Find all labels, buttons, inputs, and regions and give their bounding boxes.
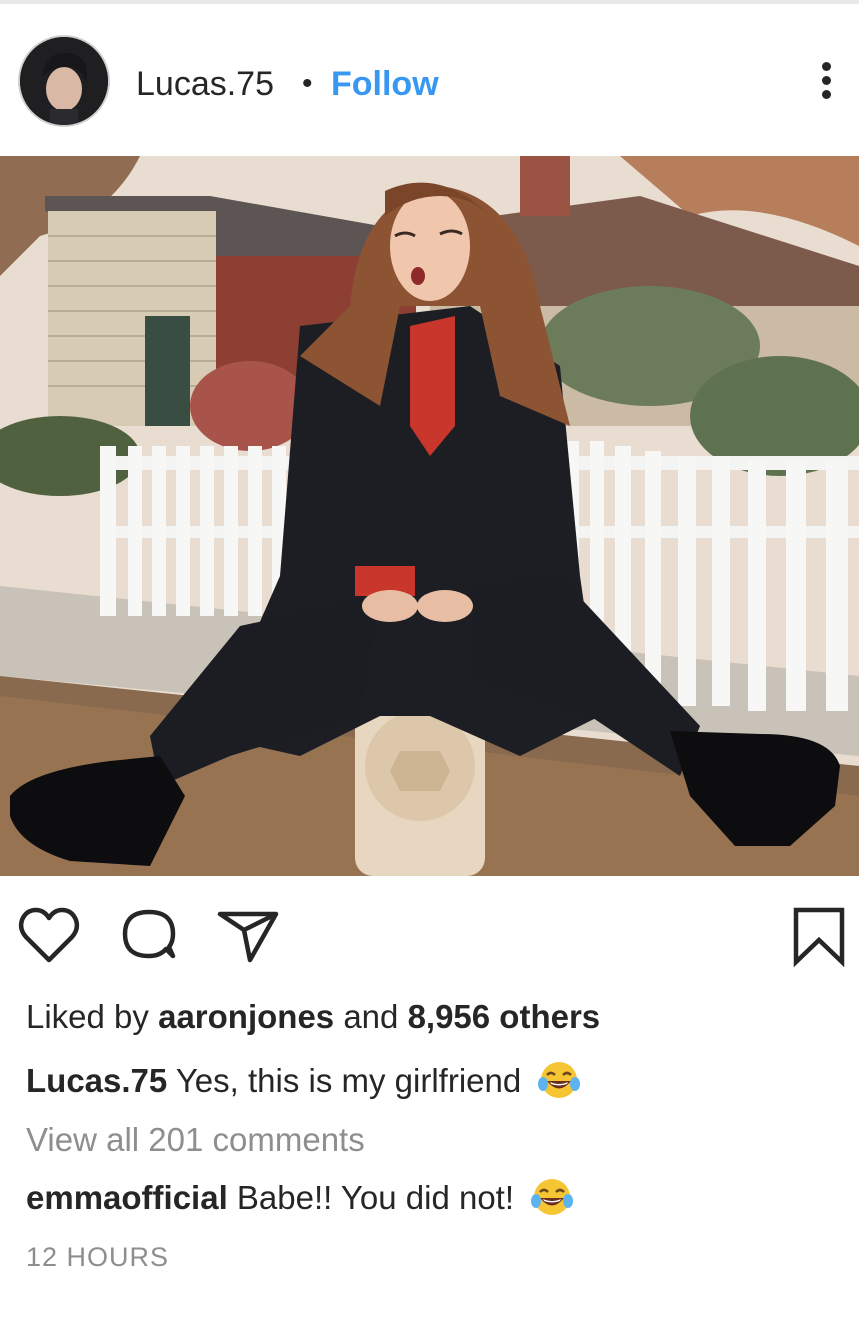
caption: Lucas.75 Yes, this is my girlfriend	[26, 1060, 581, 1109]
laughing-tears-emoji	[531, 1177, 574, 1226]
follow-button[interactable]: Follow	[331, 64, 439, 104]
post-timestamp: 12 HOURS	[26, 1242, 170, 1272]
avatar[interactable]	[18, 35, 110, 127]
separator-dot: •	[302, 67, 313, 100]
comment-text: Babe!! You did not!	[236, 1179, 515, 1216]
likes-prefix: Liked by	[26, 998, 149, 1035]
action-bar	[0, 876, 859, 986]
post-header: Lucas.75 • Follow	[0, 4, 859, 156]
share-icon[interactable]	[216, 906, 280, 971]
bookmark-icon[interactable]	[790, 906, 848, 973]
likes-summary: Liked by aaronjones and 8,956 others	[26, 997, 600, 1037]
likes-count[interactable]: 8,956 others	[408, 998, 601, 1035]
caption-username[interactable]: Lucas.75	[26, 1062, 167, 1099]
heart-icon[interactable]	[18, 906, 80, 971]
view-all-comments-link[interactable]: View all 201 comments	[26, 1120, 365, 1160]
comment-username[interactable]: emmaofficial	[26, 1179, 228, 1216]
post-photo[interactable]	[0, 156, 859, 876]
post-username[interactable]: Lucas.75	[136, 64, 274, 104]
comment-item: emmaofficial Babe!! You did not!	[26, 1177, 574, 1226]
caption-text: Yes, this is my girlfriend	[175, 1062, 522, 1099]
laughing-tears-emoji	[538, 1060, 581, 1109]
liker-username[interactable]: aaronjones	[158, 998, 334, 1035]
comment-icon[interactable]	[119, 906, 181, 971]
likes-joiner: and	[343, 998, 399, 1035]
more-options-icon[interactable]	[812, 62, 840, 104]
